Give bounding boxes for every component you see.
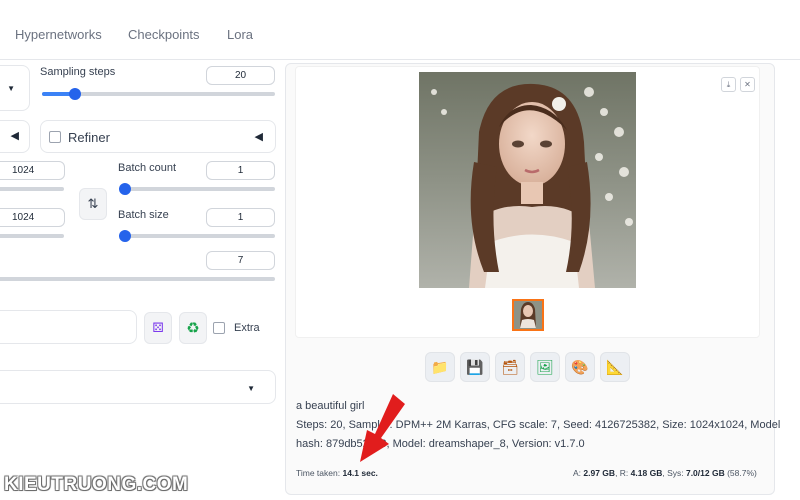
swap-dimensions-button[interactable]: ⇅ [79, 188, 107, 220]
sampling-steps-input[interactable]: 20 [206, 66, 275, 85]
refiner-checkbox[interactable] [49, 131, 61, 143]
red-arrow-annotation [360, 394, 405, 462]
palette-icon: 🎨 [571, 358, 589, 375]
refiner-accordion[interactable]: Refiner ◀ [40, 120, 276, 153]
save-button[interactable]: 💾 [460, 352, 490, 382]
tab-bar: Hypernetworks Checkpoints Lora [0, 0, 800, 60]
slider-thumb[interactable] [119, 183, 131, 195]
seed-input[interactable] [0, 310, 137, 344]
dice-icon: ⚄ [152, 320, 164, 335]
width-slider[interactable] [0, 187, 64, 191]
time-taken-label: Time taken: [296, 468, 341, 478]
close-icon[interactable]: ✕ [740, 77, 755, 92]
batch-count-input[interactable]: 1 [206, 161, 275, 180]
batch-size-label: Batch size [118, 209, 169, 221]
send-to-extras-button[interactable]: 📐 [600, 352, 630, 382]
batch-count-slider[interactable] [119, 183, 275, 195]
open-folder-button[interactable]: 📁 [425, 352, 455, 382]
ruler-icon: 📐 [606, 358, 624, 375]
slider-thumb[interactable] [119, 230, 131, 242]
image-icon: 🖼 [536, 358, 554, 375]
sampler-dropdown[interactable]: ▼ [0, 65, 30, 111]
time-taken: Time taken: 14.1 sec. [296, 468, 378, 478]
folder-icon: 📁 [431, 358, 449, 375]
generated-image[interactable] [419, 72, 636, 288]
triangle-left-icon: ◀ [254, 131, 263, 143]
settings-panel: ▼ Sampling steps 20 ◀ Refiner ◀ 1024 102… [0, 60, 285, 500]
batch-count-label: Batch count [118, 162, 177, 174]
reuse-seed-button[interactable]: ♻ [179, 312, 207, 344]
extra-checkbox[interactable] [213, 322, 225, 334]
save-icon: 💾 [466, 358, 484, 375]
swap-vertical-icon: ⇅ [87, 196, 99, 211]
thumbnail-image[interactable] [512, 299, 544, 331]
refiner-label: Refiner [68, 130, 110, 145]
time-taken-value: 14.1 sec. [342, 468, 378, 478]
chevron-down-icon: ▼ [247, 384, 255, 393]
send-to-inpaint-button[interactable]: 🎨 [565, 352, 595, 382]
sampling-steps-slider[interactable] [42, 88, 275, 100]
send-to-img2img-button[interactable]: 🖼 [530, 352, 560, 382]
zip-icon: 🗃 [501, 358, 519, 375]
checkpoint-accordion[interactable]: ◀ [0, 120, 30, 153]
random-seed-button[interactable]: ⚄ [144, 312, 172, 344]
cfg-scale-slider[interactable] [0, 277, 275, 281]
batch-size-slider[interactable] [119, 230, 275, 242]
watermark-text: KIEUTRUONG.COM [4, 474, 189, 495]
tab-hypernetworks[interactable]: Hypernetworks [15, 27, 102, 42]
recycle-icon: ♻ [186, 320, 200, 337]
script-dropdown[interactable]: ▼ [0, 370, 276, 404]
zip-button[interactable]: 🗃 [495, 352, 525, 382]
width-input[interactable]: 1024 [0, 161, 65, 180]
params-line-2: hash: 879db523c3, Model: dreamshaper_8, … [296, 438, 585, 450]
height-slider[interactable] [0, 234, 64, 238]
cfg-scale-input[interactable]: 7 [206, 251, 275, 270]
batch-size-input[interactable]: 1 [206, 208, 275, 227]
memory-stats: A: 2.97 GB, R: 4.18 GB, Sys: 7.0/12 GB (… [573, 468, 757, 478]
chevron-down-icon: ▼ [7, 84, 15, 93]
tab-lora[interactable]: Lora [227, 27, 253, 42]
tab-checkpoints[interactable]: Checkpoints [128, 27, 200, 42]
height-input[interactable]: 1024 [0, 208, 65, 227]
extra-label: Extra [234, 322, 260, 334]
triangle-left-icon: ◀ [10, 130, 19, 142]
slider-thumb[interactable] [69, 88, 81, 100]
download-icon[interactable]: ⤓ [721, 77, 736, 92]
sampling-steps-label: Sampling steps [40, 66, 116, 78]
